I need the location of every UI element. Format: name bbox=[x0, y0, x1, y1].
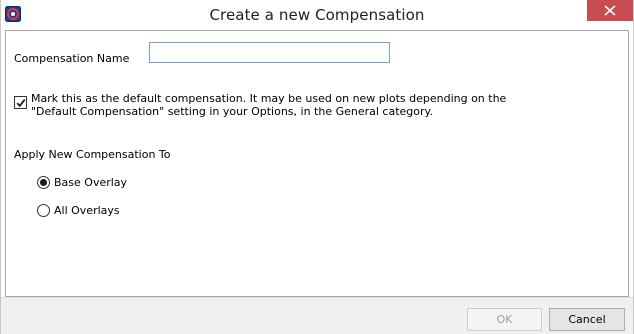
title-bar: Create a new Compensation bbox=[1, 0, 633, 30]
dialog-footer: OK Cancel bbox=[1, 297, 633, 334]
close-icon bbox=[604, 5, 616, 16]
dialog-content: Compensation Name Mark this as the defau… bbox=[5, 30, 629, 297]
compensation-name-input[interactable] bbox=[149, 42, 390, 63]
cancel-button[interactable]: Cancel bbox=[549, 308, 625, 331]
all-overlays-label[interactable]: All Overlays bbox=[54, 204, 120, 217]
default-compensation-text-line-2: "Default Compensation" setting in your O… bbox=[31, 105, 433, 118]
compensation-name-label: Compensation Name bbox=[14, 52, 130, 65]
base-overlay-radio[interactable] bbox=[37, 176, 50, 189]
ok-button[interactable]: OK bbox=[467, 308, 542, 331]
default-compensation-checkbox[interactable] bbox=[14, 96, 27, 109]
all-overlays-radio[interactable] bbox=[37, 204, 50, 217]
close-button[interactable] bbox=[587, 0, 633, 21]
window-title: Create a new Compensation bbox=[209, 6, 425, 24]
checkmark-icon bbox=[16, 99, 26, 108]
radio-selected-dot bbox=[40, 179, 47, 186]
base-overlay-label[interactable]: Base Overlay bbox=[54, 176, 127, 189]
apply-to-section-label: Apply New Compensation To bbox=[14, 148, 171, 161]
default-compensation-text-line-1: Mark this as the default compensation. I… bbox=[31, 92, 507, 105]
dialog-window: Create a new Compensation Compensation N… bbox=[0, 0, 634, 334]
default-compensation-label[interactable]: Mark this as the default compensation. I… bbox=[31, 92, 551, 118]
